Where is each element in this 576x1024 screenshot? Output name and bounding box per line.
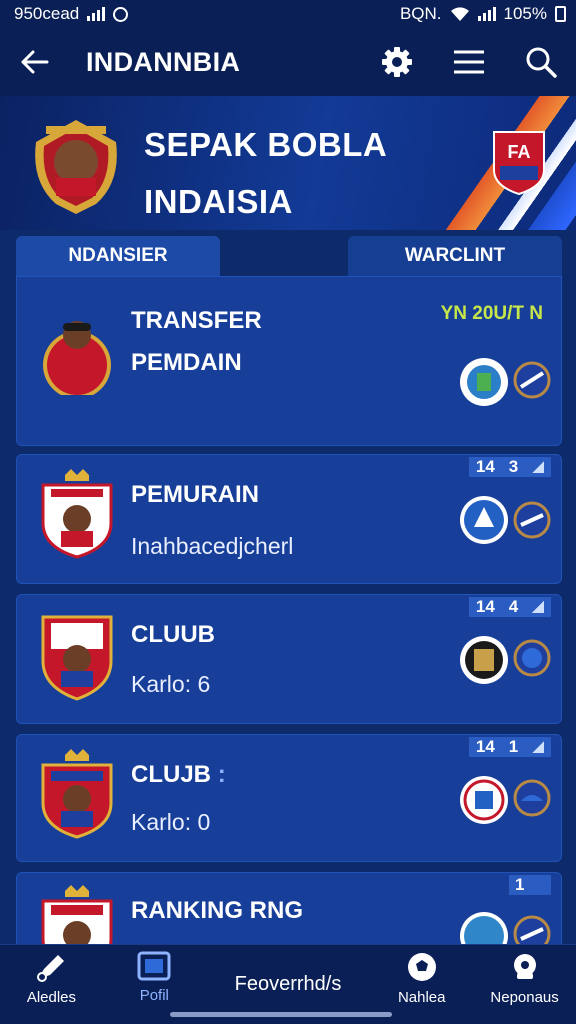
soccer-ball-icon	[407, 953, 436, 981]
gear-icon	[382, 47, 412, 77]
card-subtitle: PEMDAIN	[131, 349, 242, 376]
tab-bar: NDANSIER WARCLINT	[16, 236, 562, 276]
notification-icon	[113, 6, 129, 22]
hero-title-line2: INDAISIA	[144, 183, 293, 220]
club-logo-icon	[513, 361, 551, 399]
signal-icon	[87, 7, 106, 21]
status-carrier-text: 950cead	[14, 4, 80, 23]
wifi-icon	[450, 7, 469, 21]
rank-arrow-icon	[532, 741, 545, 753]
nav-label: Pofil	[139, 987, 169, 1004]
tab-ndansier[interactable]: NDANSIER	[16, 236, 220, 276]
picture-icon	[137, 951, 171, 981]
rank-value: 3	[508, 457, 519, 476]
back-arrow-icon	[21, 50, 49, 74]
card-subtitle: Karlo: 6	[131, 671, 211, 697]
status-bar: 950cead BQN. 105%	[0, 0, 576, 28]
rank-box: 14 1	[469, 737, 551, 757]
player-avatar-icon	[41, 615, 113, 701]
menu-button[interactable]	[452, 45, 486, 79]
pen-icon	[37, 955, 65, 982]
rank-box: 1	[509, 875, 551, 895]
card-title: PEMURAIN	[131, 481, 260, 508]
club-logo-icon	[513, 779, 551, 817]
club-logo-icon	[513, 639, 551, 677]
status-right: BQN. 105%	[400, 4, 566, 24]
list-item[interactable]: 14 3 PEMURAIN Inahbacedjcherl	[16, 454, 562, 584]
rank-arrow-icon	[532, 461, 545, 473]
card-title-suffix: :	[217, 761, 226, 788]
club-logo-icon	[460, 496, 508, 544]
settings-button[interactable]	[380, 45, 414, 79]
club-logo-icon	[513, 501, 551, 539]
club-logo-icon	[460, 776, 508, 824]
nav-item-aledles[interactable]: Aledles	[0, 945, 103, 1024]
hero-title: SEPAK BOBLA INDAISIA	[144, 116, 387, 230]
rank-value: 1	[515, 875, 525, 894]
search-icon	[526, 47, 557, 78]
app-title: INDANNBIA	[86, 46, 241, 77]
nav-label: Aledles	[26, 989, 77, 1006]
tab-warclint[interactable]: WARCLINT	[348, 236, 562, 276]
home-indicator[interactable]	[170, 1012, 392, 1017]
card-title: TRANSFER	[131, 307, 262, 334]
card-subtitle: Karlo: 0	[131, 809, 211, 835]
list-item[interactable]: 14 1 CLUJB : Karlo: 0	[16, 734, 562, 862]
rank-arrow-icon	[532, 601, 545, 613]
crest-text: FA	[507, 142, 530, 162]
status-left: 950cead	[14, 4, 129, 24]
player-badge-icon	[35, 120, 117, 214]
list-item[interactable]: 1 RANKING RNG	[16, 872, 562, 975]
search-button[interactable]	[524, 45, 558, 79]
rank-label: 14	[475, 737, 495, 756]
battery-text: 105%	[503, 4, 547, 23]
hero-title-line1: SEPAK BOBLA	[144, 126, 388, 163]
card-title: CLUJB :	[131, 761, 226, 789]
club-logo-icon	[460, 358, 508, 406]
app-bar: INDANNBIA	[0, 28, 576, 96]
battery-icon	[555, 6, 566, 22]
rank-label: 14	[475, 597, 495, 616]
nav-label: Feoverrhd/s	[234, 973, 342, 995]
status-network-text: BQN.	[399, 4, 442, 23]
card-title-text: CLUJB	[131, 761, 212, 788]
rank-label: 14	[475, 457, 495, 476]
player-avatar-icon	[43, 321, 111, 395]
card-subtitle: Inahbacedjcherl	[131, 533, 294, 559]
cell-signal-icon	[477, 7, 496, 21]
list-item[interactable]: TRANSFER PEMDAIN YN 20U/T N	[16, 276, 562, 446]
nav-label: Nahlea	[397, 989, 446, 1006]
rank-value: 4	[508, 597, 519, 616]
club-logo-icon	[460, 636, 508, 684]
card-title: CLUUB	[131, 621, 215, 648]
player-avatar-icon	[41, 749, 113, 839]
nav-label: Neponaus	[490, 989, 559, 1006]
association-crest-icon: FA	[493, 131, 545, 196]
app-actions	[380, 45, 558, 79]
back-button[interactable]	[18, 45, 52, 79]
menu-icon	[454, 50, 484, 74]
ball-icon	[513, 954, 536, 979]
rank-value: 1	[508, 737, 519, 756]
hero-banner: SEPAK BOBLA INDAISIA FA	[0, 96, 576, 230]
rank-box: 14 4	[469, 597, 551, 617]
hero-stripes-decoration	[396, 96, 576, 230]
list-item[interactable]: 14 4 CLUUB Karlo: 6	[16, 594, 562, 724]
rank-box: 14 3	[469, 457, 551, 477]
player-avatar-icon	[41, 469, 113, 559]
nav-item-neponaus[interactable]: Neponaus	[473, 945, 576, 1024]
card-tag: YN 20U/T N	[440, 303, 543, 324]
card-title: RANKING RNG	[131, 897, 303, 924]
